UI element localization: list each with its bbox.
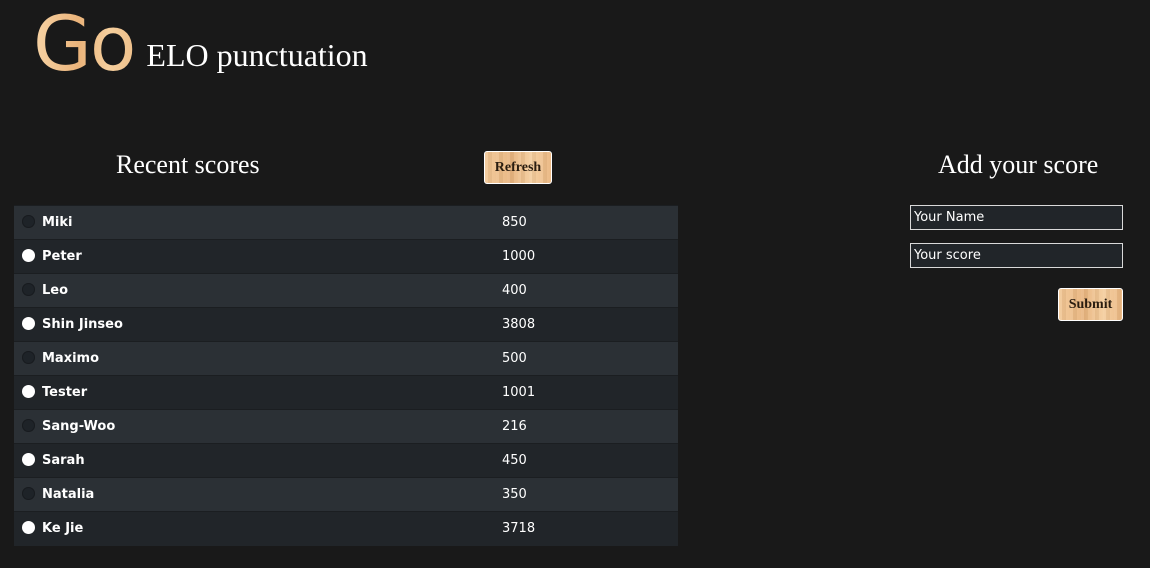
player-cell: Ke Jie — [14, 511, 495, 546]
player-score: 3808 — [495, 307, 678, 342]
page-subtitle: ELO punctuation — [146, 37, 368, 73]
score-row: Sang-Woo 216 — [14, 409, 678, 444]
score-row: Maximo 500 — [14, 341, 678, 376]
player-cell: Miki — [14, 205, 495, 240]
black-stone-icon — [22, 351, 35, 364]
player-cell: Tester — [14, 375, 495, 410]
page: Go ELO punctuation Recent scores Refresh… — [0, 0, 1150, 568]
player-cell: Peter — [14, 239, 495, 274]
white-stone-icon — [22, 249, 35, 262]
player-cell: Sarah — [14, 443, 495, 478]
black-stone-icon — [22, 215, 35, 228]
player-score: 3718 — [495, 511, 678, 546]
white-stone-icon — [22, 385, 35, 398]
score-row: Ke Jie 3718 — [14, 511, 678, 546]
header: Go ELO punctuation — [33, 6, 368, 82]
player-score: 500 — [495, 341, 678, 376]
score-row: Natalia 350 — [14, 477, 678, 512]
black-stone-icon — [22, 419, 35, 432]
white-stone-icon — [22, 521, 35, 535]
scores-table-body: Miki 850 Peter 1000 Leo 400 Shin Jinseo 3808 Max… — [14, 205, 678, 546]
player-score: 400 — [495, 273, 678, 308]
score-row: Peter 1000 — [14, 239, 678, 274]
black-stone-icon — [22, 487, 35, 500]
player-name: Sarah — [42, 453, 85, 468]
player-name: Sang-Woo — [42, 419, 116, 434]
refresh-button[interactable]: Refresh — [484, 151, 552, 184]
player-name: Natalia — [42, 487, 95, 502]
player-score: 1001 — [495, 375, 678, 410]
player-score: 350 — [495, 477, 678, 512]
player-name: Leo — [42, 283, 69, 298]
player-score: 850 — [495, 205, 678, 240]
player-cell: Leo — [14, 273, 495, 308]
player-score: 450 — [495, 443, 678, 478]
white-stone-icon — [22, 453, 35, 466]
black-stone-icon — [22, 283, 35, 296]
player-score: 1000 — [495, 239, 678, 274]
player-cell: Natalia — [14, 477, 495, 512]
player-name: Shin Jinseo — [42, 317, 123, 332]
score-input[interactable] — [910, 243, 1123, 268]
player-cell: Maximo — [14, 341, 495, 376]
score-row: Miki 850 — [14, 205, 678, 240]
logo: Go — [33, 0, 136, 88]
name-input[interactable] — [910, 205, 1123, 230]
score-row: Sarah 450 — [14, 443, 678, 478]
scores-table: Miki 850 Peter 1000 Leo 400 Shin Jinseo 3808 Max… — [14, 205, 678, 546]
player-name: Miki — [42, 215, 73, 230]
score-row: Tester 1001 — [14, 375, 678, 410]
player-cell: Sang-Woo — [14, 409, 495, 444]
player-cell: Shin Jinseo — [14, 307, 495, 342]
recent-scores-title: Recent scores — [116, 150, 260, 179]
add-score-title: Add your score — [938, 150, 1099, 179]
submit-button[interactable]: Submit — [1058, 288, 1123, 321]
player-name: Peter — [42, 249, 82, 264]
score-row: Shin Jinseo 3808 — [14, 307, 678, 342]
white-stone-icon — [22, 317, 35, 330]
player-score: 216 — [495, 409, 678, 444]
player-name: Maximo — [42, 351, 100, 366]
player-name: Tester — [42, 385, 88, 400]
player-name: Ke Jie — [42, 521, 84, 537]
score-row: Leo 400 — [14, 273, 678, 308]
